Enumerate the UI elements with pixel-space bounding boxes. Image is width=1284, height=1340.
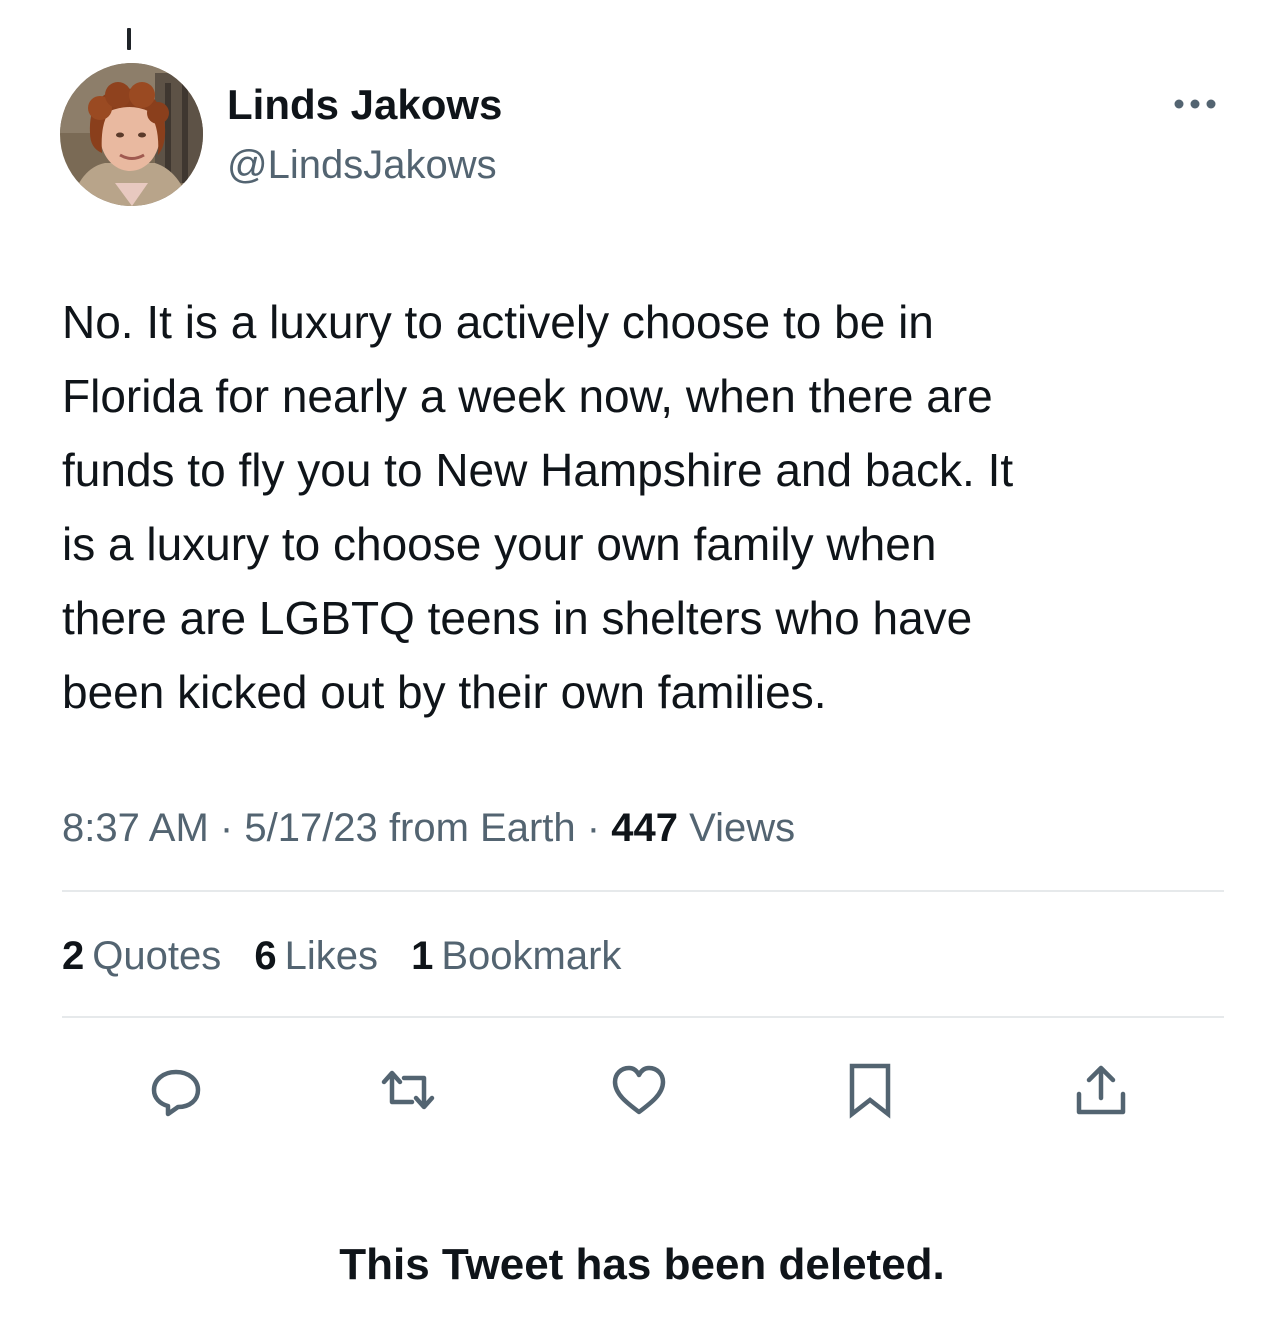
divider <box>62 1016 1224 1018</box>
tweet-time[interactable]: 8:37 AM <box>62 806 209 850</box>
retweet-icon <box>381 1070 435 1110</box>
tweet-date[interactable]: 5/17/23 <box>244 806 377 850</box>
profile-photo-icon <box>60 63 203 206</box>
tweet-text: No. It is a luxury to actively choose to… <box>62 285 1242 729</box>
more-horizontal-icon[interactable] <box>1170 92 1220 116</box>
tweet-source: from Earth <box>388 806 576 850</box>
tweet-text-line: funds to fly you to New Hampshire and ba… <box>62 444 1014 496</box>
likes-count: 6 <box>254 934 277 978</box>
likes-stat[interactable]: 6 Likes <box>254 928 378 984</box>
like-icon <box>612 1065 666 1115</box>
thread-connector-line <box>127 28 131 50</box>
reply-icon <box>151 1069 201 1117</box>
display-name[interactable]: Linds Jakows <box>227 80 502 130</box>
likes-label: Likes <box>284 934 378 978</box>
meta-separator: · <box>586 806 601 850</box>
views-count: 447 <box>611 806 678 850</box>
quotes-count: 2 <box>62 934 85 978</box>
bookmark-button[interactable] <box>840 1060 900 1120</box>
like-button[interactable] <box>609 1060 669 1120</box>
tweet-text-line: is a luxury to choose your own family wh… <box>62 518 937 570</box>
avatar[interactable] <box>60 63 203 206</box>
share-button[interactable] <box>1071 1060 1131 1120</box>
quotes-stat[interactable]: 2 Quotes <box>62 928 221 984</box>
deleted-notice: This Tweet has been deleted. <box>339 1240 945 1289</box>
bookmarks-label: Bookmark <box>441 934 622 978</box>
meta-separator: · <box>219 806 234 850</box>
tweet-text-line: there are LGBTQ teens in shelters who ha… <box>62 592 973 644</box>
user-handle[interactable]: @LindsJakows <box>227 140 497 190</box>
views-label: Views <box>689 806 796 850</box>
bookmark-icon <box>849 1063 891 1119</box>
tweet-text-line: Florida for nearly a week now, when ther… <box>62 370 993 422</box>
bookmarks-count: 1 <box>411 934 434 978</box>
tweet-metadata: 8:37 AM · 5/17/23 from Earth · 447 Views <box>62 800 795 856</box>
engagement-stats: 2 Quotes 6 Likes 1 Bookmark <box>62 928 643 984</box>
divider <box>62 890 1224 892</box>
tweet-text-line: been kicked out by their own families. <box>62 666 827 718</box>
retweet-button[interactable] <box>378 1060 438 1120</box>
bookmarks-stat[interactable]: 1 Bookmark <box>411 928 621 984</box>
tweet-text-line: No. It is a luxury to actively choose to… <box>62 296 934 348</box>
reply-button[interactable] <box>146 1060 206 1120</box>
share-icon <box>1076 1065 1126 1115</box>
quotes-label: Quotes <box>92 934 222 978</box>
